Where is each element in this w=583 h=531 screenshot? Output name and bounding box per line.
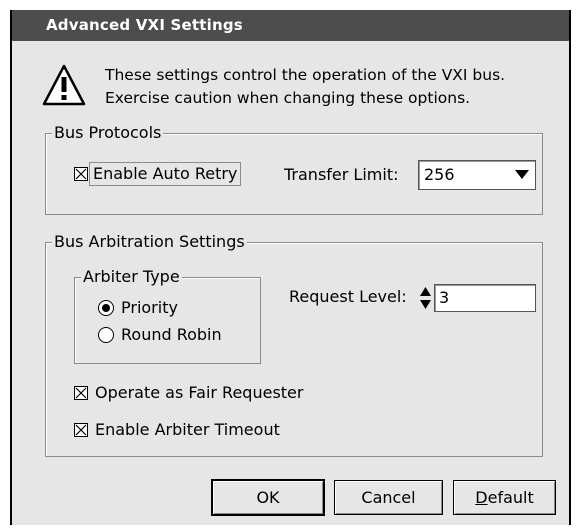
bus-protocols-label: Bus Protocols: [52, 123, 164, 143]
transfer-limit-label: Transfer Limit:: [284, 165, 399, 184]
priority-label[interactable]: Priority: [121, 298, 178, 318]
bus-arbitration-label: Bus Arbitration Settings: [52, 232, 247, 252]
request-level-label: Request Level:: [289, 287, 407, 306]
arbiter-type-group: Arbiter Type Priority Round Robin: [74, 267, 261, 364]
request-level-input[interactable]: 3: [434, 284, 536, 312]
enable-auto-retry-checkbox[interactable]: [74, 167, 88, 181]
enable-auto-retry-label[interactable]: Enable Auto Retry: [88, 162, 242, 186]
fair-requester-checkbox[interactable]: [74, 386, 88, 400]
arbiter-timeout-label[interactable]: Enable Arbiter Timeout: [95, 420, 280, 440]
arbiter-type-label: Arbiter Type: [81, 267, 182, 287]
advanced-vxi-settings-dialog: Advanced VXI Settings These settings con…: [10, 10, 571, 525]
intro-line-2: Exercise caution when changing these opt…: [105, 89, 471, 107]
default-button-mnemonic: D: [475, 488, 488, 507]
transfer-limit-value: 256: [424, 165, 455, 184]
ok-button[interactable]: OK: [212, 480, 324, 515]
checkmark-x-icon: [75, 387, 87, 399]
checkmark-x-icon: [75, 424, 87, 436]
default-button[interactable]: Default: [453, 480, 556, 515]
bus-protocols-group: Bus Protocols Enable Auto Retry Transfer…: [45, 123, 543, 215]
checkmark-x-icon: [75, 168, 87, 180]
priority-radio[interactable]: [98, 300, 114, 316]
intro-line-1: These settings control the operation of …: [105, 66, 506, 84]
request-level-value: 3: [439, 288, 450, 307]
chevron-down-icon: [515, 170, 529, 179]
round-robin-label[interactable]: Round Robin: [121, 325, 222, 345]
transfer-limit-select[interactable]: 256: [418, 160, 536, 190]
intro-text: These settings control the operation of …: [105, 64, 505, 110]
spinner-arrows-icon[interactable]: [419, 286, 432, 310]
radio-selected-dot: [102, 304, 110, 312]
bus-arbitration-group: Bus Arbitration Settings Arbiter Type Pr…: [45, 232, 543, 457]
default-button-rest: efault: [487, 488, 534, 507]
warning-icon: [40, 62, 88, 110]
dialog-title: Advanced VXI Settings: [12, 10, 569, 41]
arbiter-timeout-checkbox[interactable]: [74, 423, 88, 437]
fair-requester-label[interactable]: Operate as Fair Requester: [95, 383, 303, 403]
cancel-button[interactable]: Cancel: [334, 480, 443, 515]
round-robin-radio[interactable]: [98, 327, 114, 343]
